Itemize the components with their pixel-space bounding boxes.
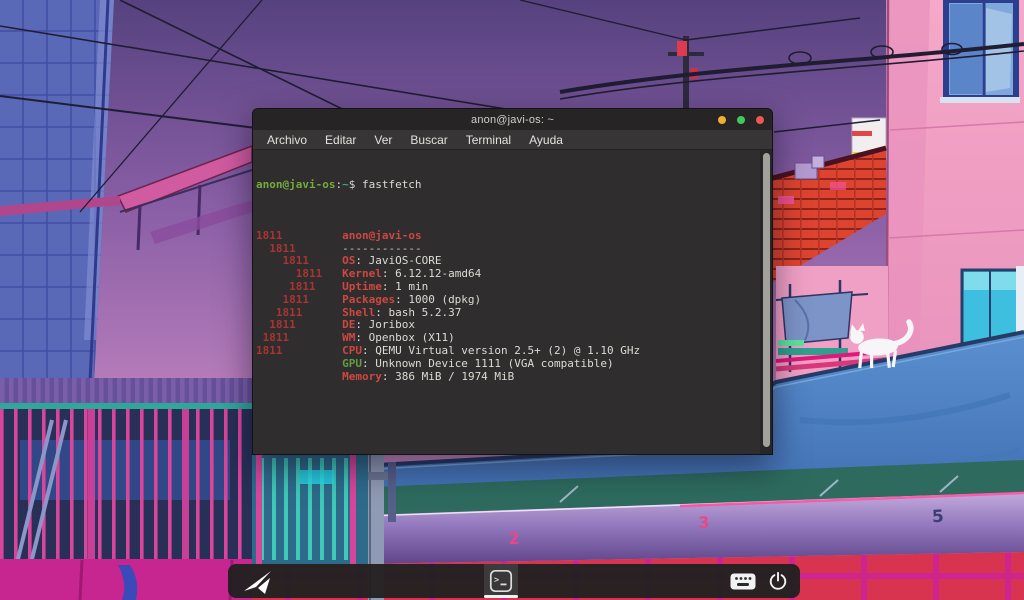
shutter-number-2: 2 [508, 529, 520, 549]
close-button[interactable] [756, 115, 764, 124]
window-title: anon@javi-os: ~ [471, 113, 554, 126]
menu-item-editar[interactable]: Editar [316, 132, 365, 148]
power-icon[interactable] [768, 571, 788, 591]
menu-item-ver[interactable]: Ver [365, 132, 401, 148]
command-line: anon@javi-os:~$ fastfetch [256, 177, 422, 191]
terminal-app-icon: > [489, 569, 513, 593]
scrollbar-thumb[interactable] [762, 153, 770, 447]
taskbar-active-app[interactable]: > [484, 564, 518, 598]
active-app-indicator [484, 595, 518, 598]
shutter-number-3: 3 [698, 513, 710, 533]
shutter-number-5: 5 [931, 507, 944, 528]
menu-item-ayuda[interactable]: Ayuda [520, 132, 572, 148]
menu-item-terminal[interactable]: Terminal [457, 132, 520, 148]
teal-slats [252, 455, 368, 565]
fastfetch-line: Memory: 386 MiB / 1974 MiB [342, 369, 515, 383]
glass-building [0, 0, 114, 383]
launcher-logo-icon [244, 571, 271, 594]
scrollbar-track[interactable] [760, 150, 772, 454]
terminal-window: anon@javi-os: ~ Archivo Editar Ver Buscar Te… [252, 108, 773, 455]
desktop: 2 3 5 anon@javi-os: ~ Archivo Editar Ver… [0, 0, 1024, 600]
minimize-button[interactable] [718, 115, 726, 124]
prompt-user: anon@javi-os [256, 177, 336, 191]
typed-command: fastfetch [361, 177, 422, 191]
maximize-button[interactable] [737, 115, 745, 124]
menu-item-archivo[interactable]: Archivo [258, 132, 316, 148]
svg-text:>: > [494, 576, 499, 586]
prompt-path: ~ [342, 177, 349, 191]
garage [0, 378, 252, 600]
launcher-button[interactable] [242, 568, 274, 594]
terminal-body[interactable]: anon@javi-os:~$ fastfetch 1811 anon@javi-… [253, 150, 772, 454]
fastfetch-output: 1811 anon@javi-os 1811 ------------ 1811… [256, 229, 758, 384]
window-titlebar[interactable]: anon@javi-os: ~ [253, 109, 772, 130]
menu-item-buscar[interactable]: Buscar [401, 132, 456, 148]
menu-bar: Archivo Editar Ver Buscar Terminal Ayuda [253, 130, 772, 150]
taskbar: > [228, 564, 800, 598]
keyboard-icon[interactable] [730, 573, 756, 590]
